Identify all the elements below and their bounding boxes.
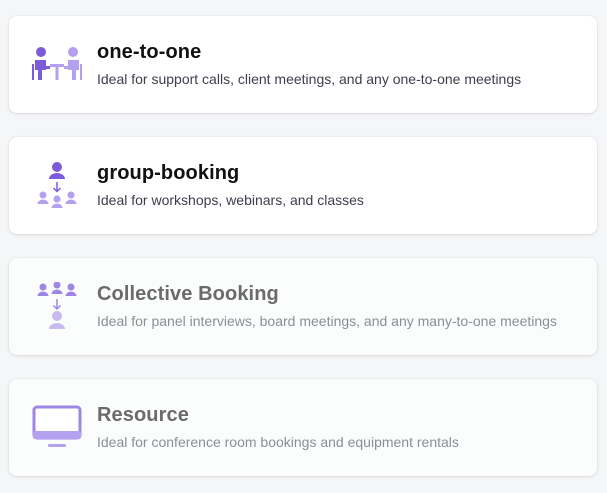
event-type-title: Resource [97, 404, 189, 426]
event-type-description: Ideal for support calls, client meetings… [97, 71, 522, 87]
event-type-title: Collective Booking [97, 283, 279, 305]
event-type-title: group-booking [97, 162, 240, 184]
event-type-collective-booking-card[interactable]: Collective Booking Ideal for panel inter… [9, 258, 597, 355]
event-type-group-booking-card[interactable]: group-booking Ideal for workshops, webin… [9, 137, 597, 234]
event-type-title: one-to-one [97, 41, 202, 63]
event-type-description: Ideal for workshops, webinars, and class… [97, 192, 364, 208]
monitor-icon [31, 403, 83, 451]
event-type-description: Ideal for conference room bookings and e… [97, 434, 459, 450]
group-booking-icon [31, 161, 83, 209]
event-type-description: Ideal for panel interviews, board meetin… [97, 313, 557, 329]
one-to-one-icon [31, 40, 83, 88]
collective-booking-icon [31, 282, 83, 330]
event-type-one-to-one-card[interactable]: one-to-one Ideal for support calls, clie… [9, 16, 597, 113]
event-type-resource-card[interactable]: Resource Ideal for conference room booki… [9, 379, 597, 476]
